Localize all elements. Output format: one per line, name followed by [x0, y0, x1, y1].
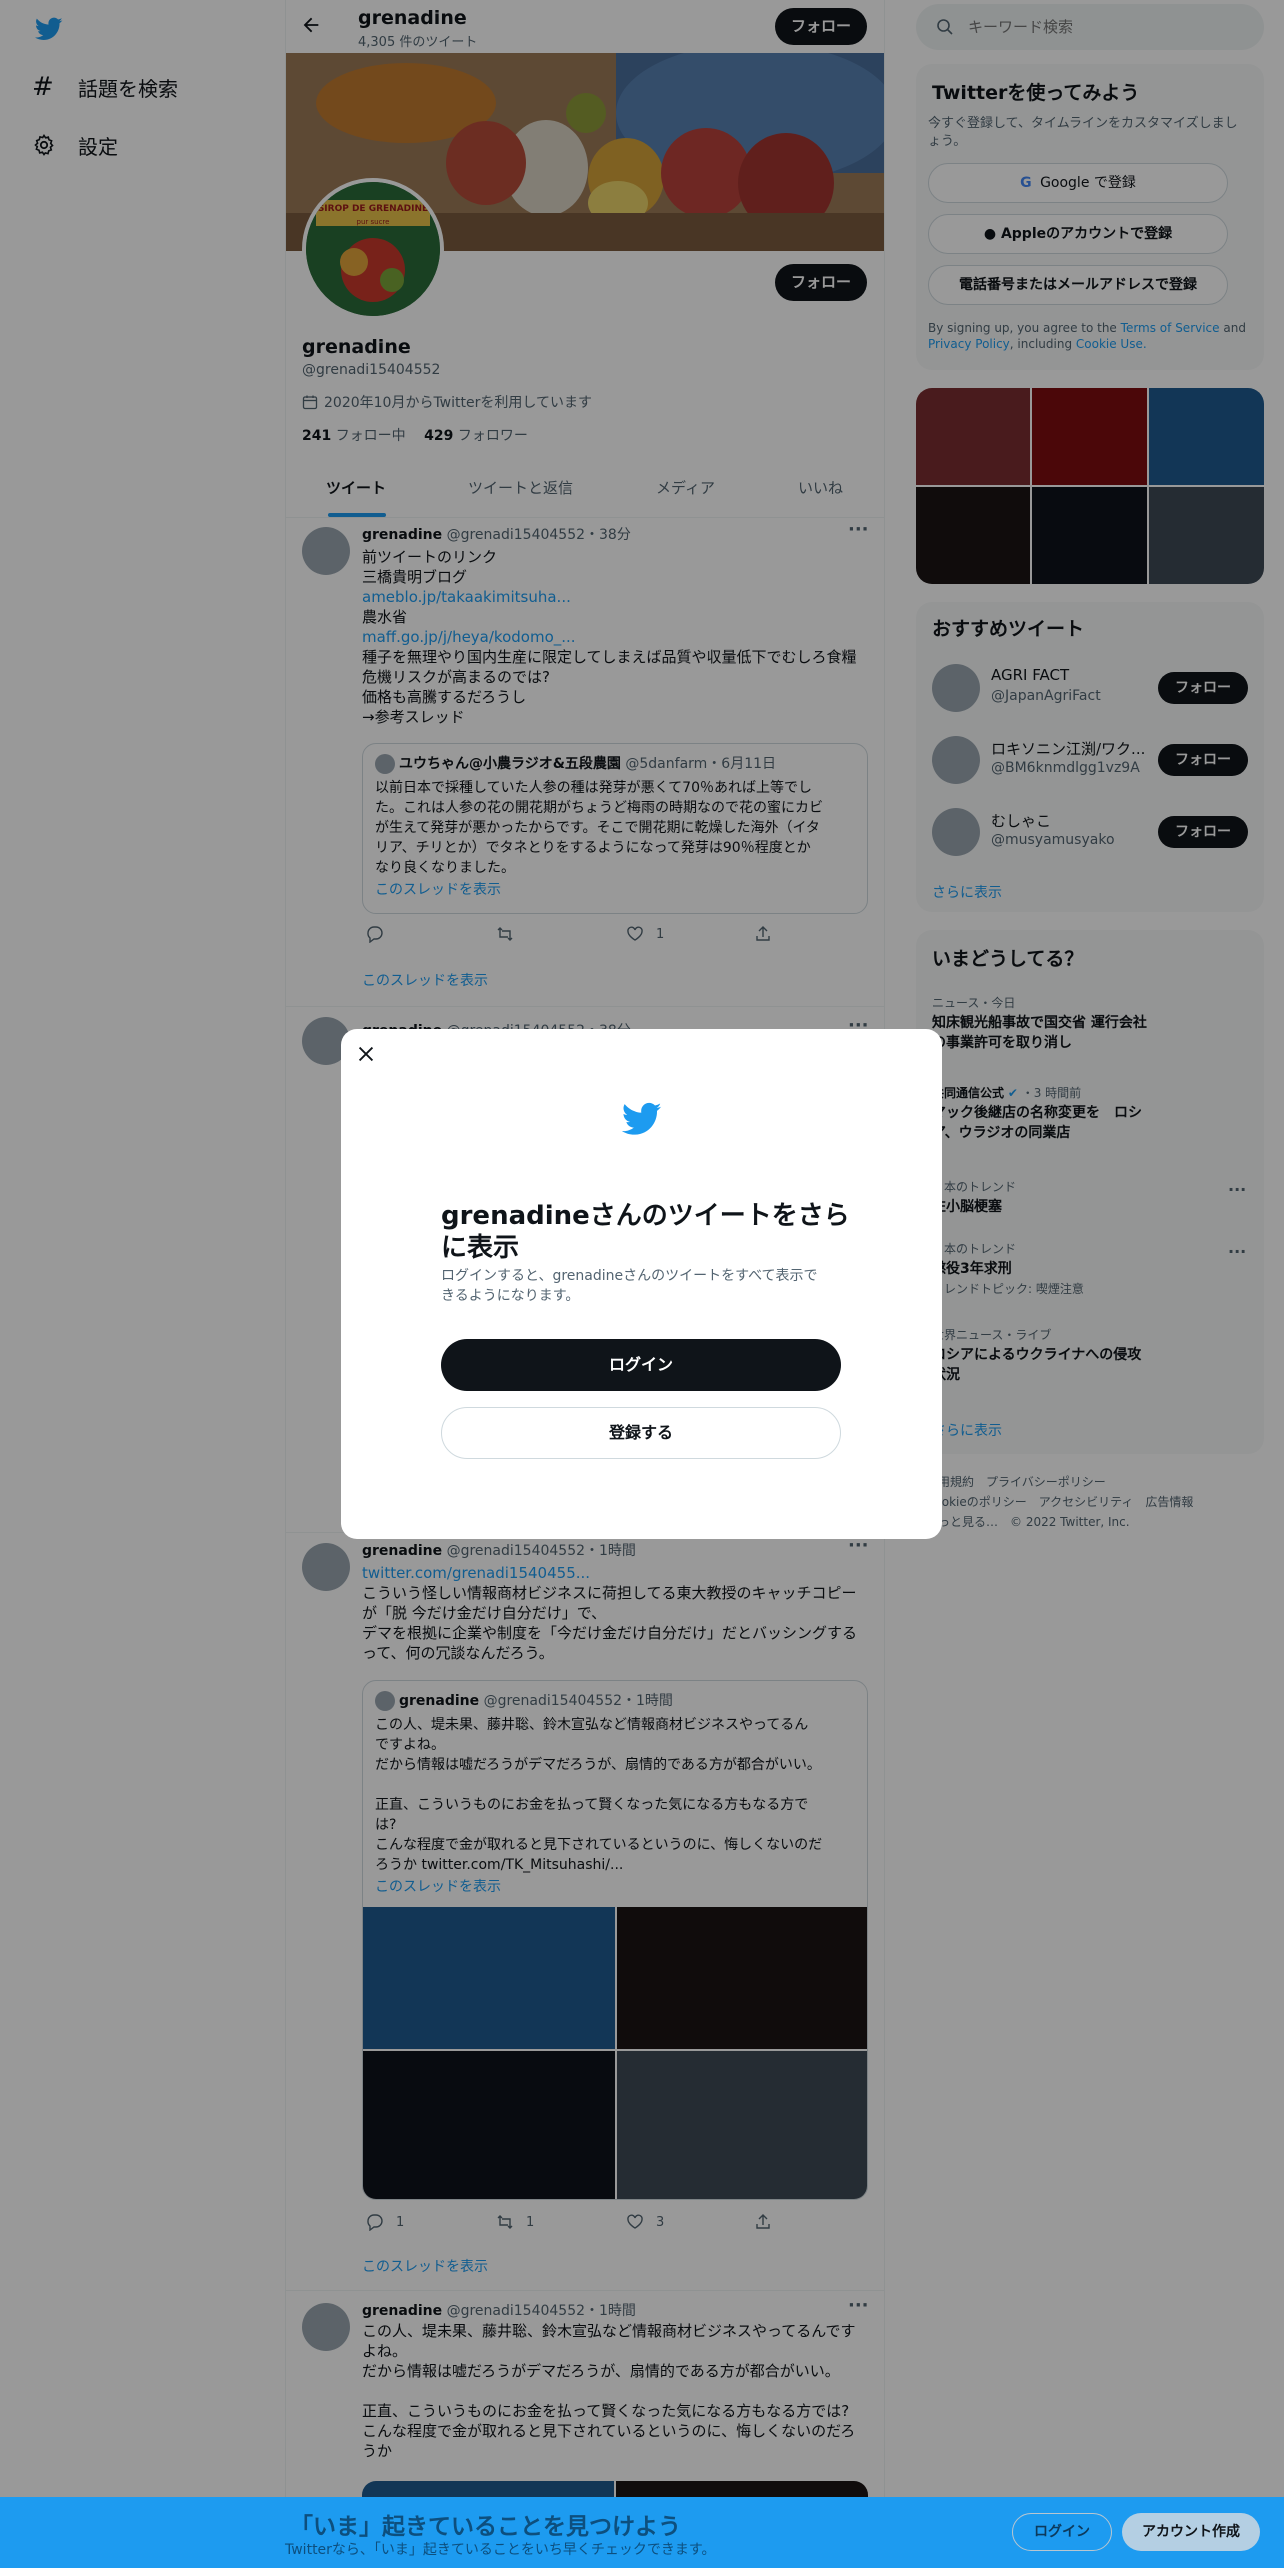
bottom-signup-button[interactable]: アカウント作成: [1122, 2513, 1260, 2551]
page: # 話題を検索 設定 grenadine 4,305 件のツイート フォロー S…: [0, 0, 1284, 2568]
modal-title-line: に表示: [441, 1233, 520, 1263]
close-icon[interactable]: [355, 1043, 379, 1067]
modal-body-line: ログインすると、grenadineさんのツイートをすべて表示で: [441, 1268, 818, 1284]
bottom-signup-bar: 「いま」起きていることを見つけよう Twitterなら、「いま」起きていることを…: [0, 2497, 1284, 2568]
twitter-logo-icon: [619, 1099, 665, 1139]
modal-login-button[interactable]: ログイン: [441, 1339, 841, 1391]
modal-body-line: きるようになります。: [441, 1288, 580, 1304]
login-prompt-modal: grenadineさんのツイートをさら に表示 ログインすると、grenadin…: [341, 1029, 942, 1539]
bottom-subtext: Twitterなら、「いま」起きていることをいち早くチェックできます。: [285, 2542, 716, 2558]
modal-signup-button[interactable]: 登録する: [441, 1407, 841, 1459]
bottom-headline: 「いま」起きていることを見つけよう: [290, 2514, 681, 2540]
bottom-login-button[interactable]: ログイン: [1012, 2513, 1112, 2551]
